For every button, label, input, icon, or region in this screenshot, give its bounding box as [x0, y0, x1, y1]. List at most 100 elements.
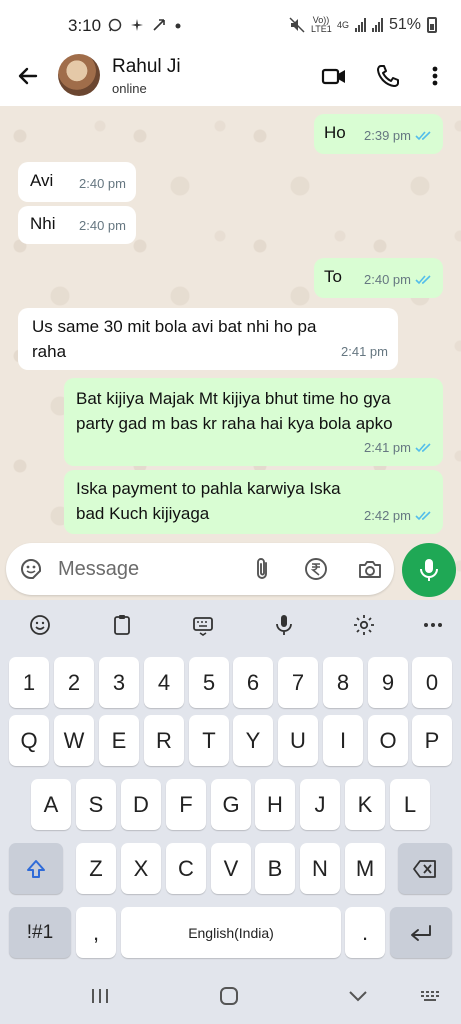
key-i[interactable]: I [323, 715, 363, 766]
chat-area[interactable]: Ho 2:39 pm Avi 2:40 pm Nhi 2:40 pm To 2:… [0, 106, 461, 600]
key-3[interactable]: 3 [99, 657, 139, 708]
message-time: 2:41 pm [341, 344, 388, 359]
keyboard-layout-icon[interactable] [191, 613, 215, 637]
contact-avatar[interactable] [58, 54, 100, 96]
key-h[interactable]: H [255, 779, 295, 830]
key-o[interactable]: O [368, 715, 408, 766]
key-4[interactable]: 4 [144, 657, 184, 708]
keyboard-toolbar [0, 600, 461, 650]
key-w[interactable]: W [54, 715, 94, 766]
more-options-icon[interactable] [421, 613, 445, 637]
outgoing-message[interactable]: Iska payment to pahla karwiya Iska bad K… [64, 470, 443, 534]
key-8[interactable]: 8 [323, 657, 363, 708]
status-right-icons: Vo)) LTE1 4G 51% [289, 16, 437, 34]
read-receipt-icon [415, 275, 431, 285]
enter-key[interactable] [390, 907, 452, 958]
keyboard: 1 2 3 4 5 6 7 8 9 0 Q W E R T Y U I O P … [0, 600, 461, 968]
contact-status: online [112, 81, 147, 96]
message-meta: 2:41 pm [364, 435, 433, 460]
incoming-message[interactable]: Nhi 2:40 pm [18, 206, 136, 244]
key-d[interactable]: D [121, 779, 161, 830]
message-text: Bat kijiya Majak Mt kijiya bhut time ho … [76, 389, 393, 433]
signal-strength-icon [354, 18, 366, 32]
status-time: 3:10 [68, 16, 102, 35]
voice-message-button[interactable] [402, 543, 456, 597]
camera-icon[interactable] [357, 556, 383, 582]
backspace-key[interactable] [398, 843, 452, 894]
key-9[interactable]: 9 [368, 657, 408, 708]
microphone-icon [420, 559, 438, 581]
key-6[interactable]: 6 [233, 657, 273, 708]
battery-percent: 51% [388, 16, 421, 33]
read-receipt-icon [415, 511, 431, 521]
contact-name[interactable]: Rahul Ji [112, 56, 181, 78]
symbols-key[interactable]: !#1 [9, 907, 71, 958]
key-r[interactable]: R [144, 715, 184, 766]
message-text: Iska payment to pahla karwiya Iska bad K… [76, 479, 341, 523]
key-z[interactable]: Z [76, 843, 116, 894]
key-q[interactable]: Q [9, 715, 49, 766]
key-s[interactable]: S [76, 779, 116, 830]
key-e[interactable]: E [99, 715, 139, 766]
keyboard-switch-icon[interactable] [418, 985, 442, 1007]
key-y[interactable]: Y [233, 715, 273, 766]
hide-keyboard-icon[interactable] [346, 985, 370, 1007]
attach-icon[interactable] [250, 556, 276, 582]
sticker-icon[interactable] [18, 556, 44, 582]
outgoing-message[interactable]: To 2:40 pm [314, 258, 443, 298]
key-0[interactable]: 0 [412, 657, 452, 708]
space-bar[interactable]: English(India) [121, 907, 341, 958]
payment-rupee-icon[interactable] [303, 556, 329, 582]
key-7[interactable]: 7 [278, 657, 318, 708]
settings-gear-icon[interactable] [352, 613, 376, 637]
clipboard-icon[interactable] [110, 613, 134, 637]
outgoing-message[interactable]: Bat kijiya Majak Mt kijiya bhut time ho … [64, 378, 443, 466]
system-nav-bar [0, 968, 461, 1024]
key-n[interactable]: N [300, 843, 340, 894]
dot-notification-icon [175, 23, 181, 29]
key-u[interactable]: U [278, 715, 318, 766]
whatsapp-notification-icon [108, 18, 122, 32]
key-m[interactable]: M [345, 843, 385, 894]
key-x[interactable]: X [121, 843, 161, 894]
message-meta: 2:39 pm [364, 123, 433, 148]
outgoing-message[interactable]: Ho 2:39 pm [314, 114, 443, 154]
shift-key[interactable] [9, 843, 63, 894]
key-5[interactable]: 5 [189, 657, 229, 708]
comma-key[interactable]: , [76, 907, 116, 958]
message-meta: 2:42 pm [364, 503, 433, 528]
key-p[interactable]: P [412, 715, 452, 766]
recent-apps-icon[interactable] [88, 985, 112, 1007]
message-time: 2:40 pm [79, 218, 126, 233]
message-time: 2:39 pm [364, 128, 411, 143]
key-j[interactable]: J [300, 779, 340, 830]
key-1[interactable]: 1 [9, 657, 49, 708]
voice-input-icon[interactable] [272, 613, 296, 637]
message-meta: 2:40 pm [79, 213, 126, 238]
key-f[interactable]: F [166, 779, 206, 830]
key-c[interactable]: C [166, 843, 206, 894]
key-2[interactable]: 2 [54, 657, 94, 708]
message-meta: 2:40 pm [364, 267, 433, 292]
key-k[interactable]: K [345, 779, 385, 830]
message-composer [6, 543, 394, 595]
voice-call-icon[interactable] [374, 62, 402, 90]
video-call-icon[interactable] [320, 62, 348, 90]
incoming-message[interactable]: Avi 2:40 pm [18, 162, 136, 202]
key-g[interactable]: G [211, 779, 251, 830]
key-t[interactable]: T [189, 715, 229, 766]
key-v[interactable]: V [211, 843, 251, 894]
key-a[interactable]: A [31, 779, 71, 830]
incoming-message[interactable]: Us same 30 mit bola avi bat nhi ho pa ra… [18, 308, 398, 370]
key-l[interactable]: L [390, 779, 430, 830]
enter-icon [411, 924, 431, 941]
message-input[interactable] [58, 555, 238, 583]
emoji-icon[interactable] [28, 613, 52, 637]
period-key[interactable]: . [345, 907, 385, 958]
back-arrow-icon[interactable] [14, 62, 42, 90]
signal-strength-2-icon [371, 18, 383, 32]
message-time: 2:40 pm [79, 176, 126, 191]
overflow-menu-icon[interactable] [421, 62, 449, 90]
key-b[interactable]: B [255, 843, 295, 894]
home-icon[interactable] [217, 985, 241, 1007]
